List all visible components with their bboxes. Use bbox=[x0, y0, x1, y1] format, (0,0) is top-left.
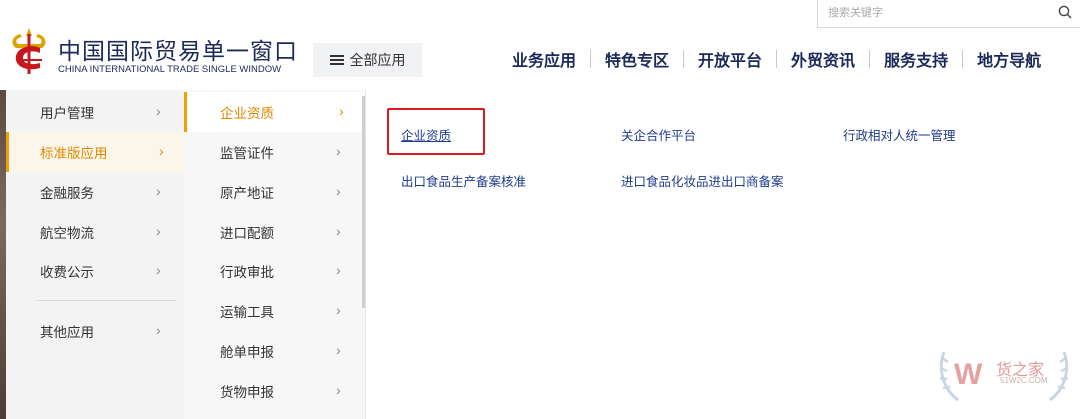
submenu-item-label: 行政审批 bbox=[220, 265, 274, 280]
link-export-food-production-filing[interactable]: 出口食品生产备案核准 bbox=[401, 171, 526, 190]
submenu-item-label: 原产地证 bbox=[220, 186, 274, 201]
submenu-item-certificate-of-origin[interactable]: 原产地证 › bbox=[184, 172, 365, 212]
submenu-item-import-quota[interactable]: 进口配额 › bbox=[184, 212, 365, 252]
menu-item-label: 标准版应用 bbox=[40, 146, 108, 161]
chevron-right-icon: › bbox=[336, 342, 341, 358]
link-administrative-counterpart-management[interactable]: 行政相对人统一管理 bbox=[843, 125, 956, 144]
chevron-right-icon: › bbox=[156, 262, 161, 278]
submenu-item-label: 货物申报 bbox=[220, 385, 274, 400]
menu-item-label: 金融服务 bbox=[40, 186, 94, 201]
watermark-subtext: 51W2C.COM bbox=[1000, 376, 1048, 385]
submenu-scrollbar[interactable] bbox=[362, 96, 365, 308]
brand-subtitle: CHINA INTERNATIONAL TRADE SINGLE WINDOW bbox=[58, 64, 282, 75]
nav-trade-news[interactable]: 外贸资讯 bbox=[777, 47, 869, 71]
menu-item-label: 其他应用 bbox=[40, 325, 94, 340]
menu-item-standard-apps[interactable]: 标准版应用 › bbox=[6, 132, 184, 172]
highlight-box bbox=[387, 108, 485, 155]
search-box bbox=[817, 0, 1080, 28]
submenu-item-label: 舱单申报 bbox=[220, 345, 274, 360]
submenu-item-goods-declaration[interactable]: 货物申报 › bbox=[184, 371, 365, 411]
chevron-right-icon: › bbox=[156, 223, 161, 239]
chevron-right-icon: › bbox=[336, 183, 341, 199]
logo-icon bbox=[12, 28, 46, 74]
all-apps-label: 全部应用 bbox=[349, 52, 406, 68]
chevron-right-icon: › bbox=[336, 302, 341, 318]
link-customs-enterprise-cooperation[interactable]: 关企合作平台 bbox=[621, 125, 696, 144]
watermark-letter: W bbox=[954, 358, 983, 391]
menu-item-label: 收费公示 bbox=[40, 265, 94, 280]
menu-icon bbox=[329, 53, 344, 67]
brand-name: 中国国际贸易单一窗口 bbox=[58, 38, 298, 64]
menu-item-label: 航空物流 bbox=[40, 226, 94, 241]
chevron-right-icon: › bbox=[336, 223, 341, 239]
submenu-item-label: 监管证件 bbox=[220, 146, 274, 161]
menu-level1: 用户管理 › 标准版应用 › 金融服务 › 航空物流 › 收费公示 › 其他应用… bbox=[6, 90, 184, 419]
nav-service-support[interactable]: 服务支持 bbox=[870, 47, 962, 71]
submenu-item-transport-vehicles[interactable]: 运输工具 › bbox=[184, 291, 365, 331]
nav-business-apps[interactable]: 业务应用 bbox=[498, 47, 590, 71]
menu-item-other-apps[interactable]: 其他应用 › bbox=[6, 311, 184, 351]
submenu-item-enterprise-qualification[interactable]: 企业资质 › bbox=[184, 92, 365, 132]
menu-item-financial-services[interactable]: 金融服务 › bbox=[6, 172, 184, 212]
chevron-right-icon: › bbox=[159, 143, 164, 159]
top-navigation: 业务应用 特色专区 开放平台 外贸资讯 服务支持 地方导航 bbox=[498, 46, 1055, 72]
chevron-right-icon: › bbox=[156, 183, 161, 199]
menu-level2: 企业资质 › 监管证件 › 原产地证 › 进口配额 › 行政审批 › 运输工具 … bbox=[184, 90, 366, 419]
submenu-item-label: 进口配额 bbox=[220, 226, 274, 241]
submenu-item-administrative-approval[interactable]: 行政审批 › bbox=[184, 251, 365, 291]
chevron-right-icon: › bbox=[336, 382, 341, 398]
submenu-item-regulatory-certificates[interactable]: 监管证件 › bbox=[184, 132, 365, 172]
chevron-right-icon: › bbox=[339, 103, 344, 119]
chevron-right-icon: › bbox=[336, 143, 341, 159]
submenu-item-label: 运输工具 bbox=[220, 305, 274, 320]
menu-item-fee-disclosure[interactable]: 收费公示 › bbox=[6, 251, 184, 291]
nav-featured-zone[interactable]: 特色专区 bbox=[591, 47, 683, 71]
menu-item-air-logistics[interactable]: 航空物流 › bbox=[6, 212, 184, 252]
submenu-item-label: 企业资质 bbox=[220, 106, 274, 121]
submenu-item-manifest-declaration[interactable]: 舱单申报 › bbox=[184, 331, 365, 371]
menu-item-label: 用户管理 bbox=[40, 106, 94, 121]
nav-open-platform[interactable]: 开放平台 bbox=[684, 47, 776, 71]
search-icon[interactable] bbox=[1058, 5, 1072, 19]
header: 中国国际贸易单一窗口 CHINA INTERNATIONAL TRADE SIN… bbox=[0, 0, 1080, 90]
chevron-right-icon: › bbox=[156, 322, 161, 338]
search-input[interactable] bbox=[818, 0, 1038, 26]
menu-divider bbox=[36, 300, 176, 301]
menu-item-user-management[interactable]: 用户管理 › bbox=[6, 92, 184, 132]
link-imported-food-cosmetics-filing[interactable]: 进口食品化妆品进出口商备案 bbox=[621, 171, 784, 190]
chevron-right-icon: › bbox=[336, 262, 341, 278]
nav-local-navigation[interactable]: 地方导航 bbox=[963, 47, 1055, 71]
chevron-right-icon: › bbox=[156, 103, 161, 119]
all-apps-button[interactable]: 全部应用 bbox=[313, 43, 422, 77]
